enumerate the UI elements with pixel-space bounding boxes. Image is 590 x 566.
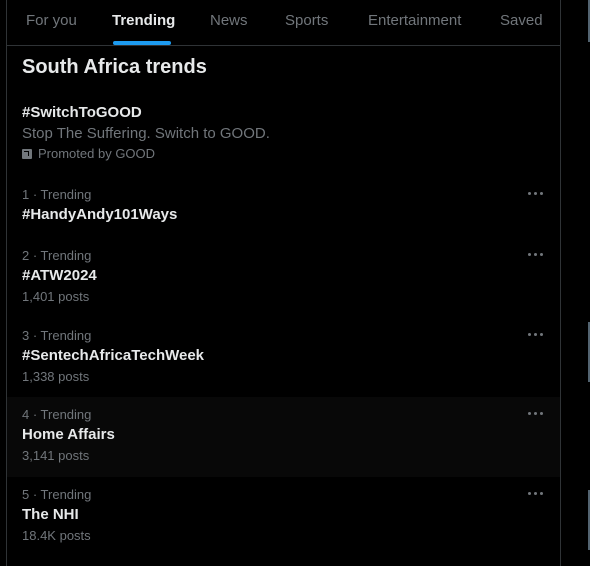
active-tab-indicator	[113, 41, 171, 45]
promoted-by-label: Promoted by GOOD	[38, 146, 156, 161]
tab-for-you[interactable]: For you	[26, 0, 77, 45]
trend-post-count: 1,401 posts	[22, 289, 90, 304]
trend-name: #SentechAfricaTechWeek	[22, 347, 205, 364]
trend-post-count: 3,141 posts	[22, 448, 90, 463]
trend-name: #HandyAndy101Ways	[22, 206, 178, 223]
promoted-icon	[22, 148, 32, 159]
tab-entertainment[interactable]: Entertainment	[368, 0, 461, 45]
section-title: South Africa trends	[22, 56, 207, 78]
explore-column: For you Trending News Sports Entertainme…	[6, 0, 561, 566]
promoted-trend[interactable]: #SwitchToGOOD Stop The Suffering. Switch…	[7, 96, 560, 166]
more-options-icon[interactable]	[528, 191, 544, 197]
tab-bar: For you Trending News Sports Entertainme…	[7, 0, 560, 46]
trend-name: Home Affairs	[22, 426, 115, 443]
trend-post-count: 18.4K posts	[22, 528, 91, 543]
promoted-description: Stop The Suffering. Switch to GOOD.	[22, 125, 270, 142]
more-options-icon[interactable]	[528, 252, 544, 258]
trend-meta: 5 · Trending	[22, 487, 92, 502]
trend-meta: 2 · Trending	[22, 248, 92, 263]
trend-meta: 1 · Trending	[22, 187, 92, 202]
trend-item[interactable]: 4 · Trending Home Affairs 3,141 posts	[7, 397, 560, 477]
tab-news[interactable]: News	[210, 0, 248, 45]
trend-item[interactable]: 3 · Trending #SentechAfricaTechWeek 1,33…	[7, 318, 560, 398]
tab-saved[interactable]: Saved	[500, 0, 543, 45]
more-options-icon[interactable]	[528, 411, 544, 417]
tab-trending[interactable]: Trending	[112, 0, 175, 45]
promoted-hashtag: #SwitchToGOOD	[22, 104, 142, 121]
trend-item[interactable]: 2 · Trending #ATW2024 1,401 posts	[7, 238, 560, 318]
trend-meta: 3 · Trending	[22, 328, 92, 343]
more-options-icon[interactable]	[528, 332, 544, 338]
promoted-by-row: Promoted by GOOD	[22, 146, 155, 161]
trend-name: #ATW2024	[22, 267, 97, 284]
more-options-icon[interactable]	[528, 491, 544, 497]
trend-post-count: 1,338 posts	[22, 369, 90, 384]
tab-sports[interactable]: Sports	[285, 0, 328, 45]
trend-name: The NHI	[22, 506, 79, 523]
trend-meta: 4 · Trending	[22, 407, 92, 422]
trend-item[interactable]: 5 · Trending The NHI 18.4K posts	[7, 477, 560, 557]
